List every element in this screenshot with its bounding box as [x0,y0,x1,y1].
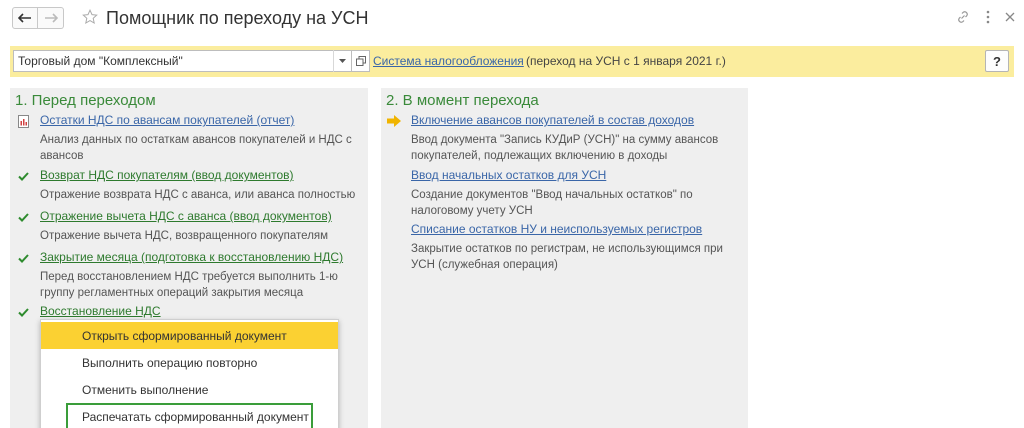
open-organization-button[interactable] [351,50,370,72]
dropdown-button[interactable] [333,50,351,72]
title-bar: Помощник по переходу на УСН [0,0,1024,36]
check-icon [16,210,30,224]
menu-item-label: Выполнить операцию повторно [82,356,258,370]
menu-item-label: Распечатать сформированный документ [82,410,309,424]
step-description: Отражение вычета НДС, возвращенного поку… [40,230,329,242]
menu-item-label: Открыть сформированный документ [82,329,287,343]
menu-item-repeat-operation[interactable]: Выполнить операцию повторно [41,349,338,376]
menu-item-open-document[interactable]: Открыть сформированный документ [41,322,338,349]
link-icon[interactable] [954,8,972,26]
step-link[interactable]: Списание остатков НУ и неиспользуемых ре… [411,222,702,236]
organization-select[interactable]: Торговый дом "Комплексный" [13,50,370,72]
step-description: Перед восстановлением НДС требуется выпо… [40,271,338,299]
step-link[interactable]: Остатки НДС по авансам покупателей (отче… [40,113,294,127]
favorite-star-icon[interactable] [80,7,100,27]
step-link[interactable]: Ввод начальных остатков для УСН [411,168,606,182]
arrow-right-icon [44,13,58,23]
report-icon [16,114,30,128]
step-description: Отражение возврата НДС с аванса, или ава… [40,189,356,201]
transition-note: (переход на УСН с 1 января 2021 г.) [526,54,726,68]
parameters-bar: Торговый дом "Комплексный" Система налог… [10,46,1014,77]
chevron-down-icon [339,59,346,63]
step-description: Анализ данных по остаткам авансов покупа… [40,134,352,162]
tax-system-link[interactable]: Система налогообложения [373,54,524,68]
step-link[interactable]: Отражение вычета НДС с аванса (ввод доку… [40,209,332,223]
menu-item-label: Отменить выполнение [82,383,209,397]
step-link[interactable]: Закрытие месяца (подготовка к восстановл… [40,250,343,264]
menu-item-cancel-execution[interactable]: Отменить выполнение [41,376,338,403]
help-button[interactable]: ? [985,50,1009,72]
step-link[interactable]: Восстановление НДС [40,304,161,318]
step-link[interactable]: Возврат НДС покупателям (ввод документов… [40,168,294,182]
arrow-left-icon [18,13,31,23]
check-icon [16,169,30,183]
menu-item-print-document[interactable]: Распечатать сформированный документ [66,403,313,428]
close-icon[interactable] [1001,8,1019,26]
at-transition-title: 2. В момент перехода [386,92,539,109]
organization-value: Торговый дом "Комплексный" [18,54,183,68]
check-icon [16,251,30,265]
open-window-icon [355,56,366,66]
step-link[interactable]: Включение авансов покупателей в состав д… [411,113,694,127]
arrow-right-icon [387,114,401,128]
page-title: Помощник по переходу на УСН [106,8,369,28]
at-transition-panel: 2. В момент перехода Включение авансов п… [381,88,748,428]
back-button[interactable] [12,7,38,29]
more-menu-icon[interactable] [979,8,997,26]
forward-button[interactable] [38,7,64,29]
context-menu: Открыть сформированный документ Выполнит… [40,319,339,428]
before-transition-title: 1. Перед переходом [15,92,156,109]
step-description: Создание документов "Ввод начальных оста… [411,189,693,217]
step-description: Закрытие остатков по регистрам, не испол… [411,243,723,271]
check-icon [16,305,30,319]
step-description: Ввод документа "Запись КУДиР (УСН)" на с… [411,134,719,162]
